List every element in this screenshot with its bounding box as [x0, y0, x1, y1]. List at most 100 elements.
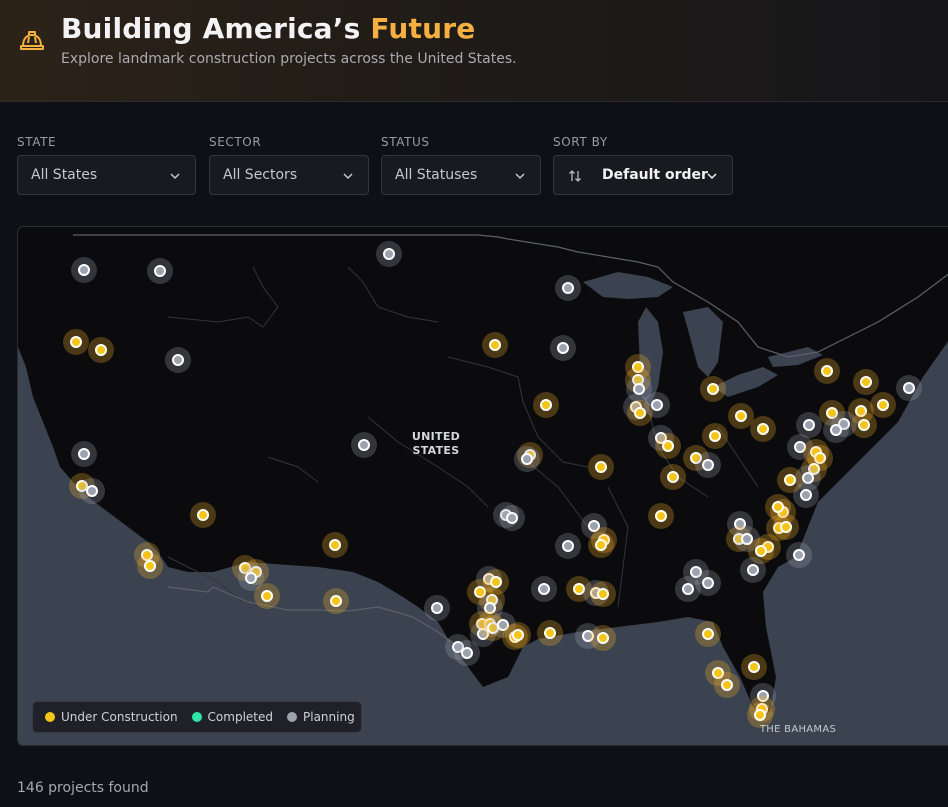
map-legend: Under Construction Completed Planning: [32, 701, 362, 733]
project-marker-under-construction[interactable]: [137, 553, 163, 579]
project-marker-planning[interactable]: [644, 392, 670, 418]
project-marker-under-construction[interactable]: [750, 416, 776, 442]
marker-dot: [655, 510, 667, 522]
marker-dot: [793, 549, 805, 561]
project-marker-planning[interactable]: [71, 441, 97, 467]
project-marker-planning[interactable]: [514, 446, 540, 472]
marker-dot: [431, 602, 443, 614]
results-count: 146 projects found: [17, 780, 149, 796]
project-marker-under-construction[interactable]: [702, 423, 728, 449]
marker-dot: [358, 439, 370, 451]
project-marker-under-construction[interactable]: [323, 588, 349, 614]
project-marker-under-construction[interactable]: [590, 581, 616, 607]
state-select[interactable]: All States: [17, 155, 196, 195]
chevron-down-icon: [170, 173, 180, 180]
project-marker-under-construction[interactable]: [588, 454, 614, 480]
hard-hat-icon: [20, 31, 44, 50]
project-marker-under-construction[interactable]: [660, 464, 686, 490]
marker-dot: [755, 545, 767, 557]
project-marker-under-construction[interactable]: [588, 532, 614, 558]
project-marker-planning[interactable]: [555, 533, 581, 559]
project-marker-planning[interactable]: [695, 452, 721, 478]
marker-dot: [707, 383, 719, 395]
project-marker-under-construction[interactable]: [537, 620, 563, 646]
state-filter-label: STATE: [17, 135, 57, 149]
project-marker-planning[interactable]: [424, 595, 450, 621]
project-marker-planning[interactable]: [823, 417, 849, 443]
marker-dot: [634, 407, 646, 419]
project-marker-under-construction[interactable]: [695, 621, 721, 647]
project-marker-planning[interactable]: [531, 576, 557, 602]
project-marker-under-construction[interactable]: [655, 433, 681, 459]
project-marker-planning[interactable]: [376, 241, 402, 267]
marker-dot: [597, 632, 609, 644]
marker-dot: [86, 485, 98, 497]
marker-dot: [144, 560, 156, 572]
project-marker-planning[interactable]: [71, 257, 97, 283]
project-marker-under-construction[interactable]: [741, 654, 767, 680]
marker-dot: [245, 572, 257, 584]
marker-dot: [721, 679, 733, 691]
project-marker-under-construction[interactable]: [777, 467, 803, 493]
legend-label: Under Construction: [61, 710, 178, 724]
sort-select[interactable]: Default order: [553, 155, 733, 195]
project-marker-planning[interactable]: [786, 542, 812, 568]
project-marker-planning[interactable]: [499, 505, 525, 531]
project-marker-planning[interactable]: [555, 275, 581, 301]
marker-dot: [802, 472, 814, 484]
state-filter: STATE All States: [17, 135, 196, 195]
sector-filter-label: SECTOR: [209, 135, 262, 149]
sector-filter: SECTOR All Sectors: [209, 135, 369, 195]
page-subtitle: Explore landmark construction projects a…: [61, 51, 517, 67]
project-marker-under-construction[interactable]: [482, 332, 508, 358]
project-marker-planning[interactable]: [147, 258, 173, 284]
chevron-down-icon: [515, 173, 525, 180]
marker-dot: [800, 489, 812, 501]
page-title: Building America’s Future: [61, 12, 476, 45]
project-map[interactable]: UNITED STATES THE BAHAMAS Under Construc…: [17, 226, 948, 746]
project-marker-planning[interactable]: [675, 576, 701, 602]
project-marker-under-construction[interactable]: [728, 403, 754, 429]
sector-select[interactable]: All Sectors: [209, 155, 369, 195]
marker-dot: [461, 647, 473, 659]
project-marker-under-construction[interactable]: [590, 625, 616, 651]
project-marker-under-construction[interactable]: [814, 358, 840, 384]
project-marker-under-construction[interactable]: [853, 369, 879, 395]
project-marker-under-construction[interactable]: [88, 337, 114, 363]
project-marker-under-construction[interactable]: [322, 532, 348, 558]
marker-dot: [633, 383, 645, 395]
marker-dot: [803, 419, 815, 431]
marker-dot: [544, 627, 556, 639]
marker-dot: [651, 399, 663, 411]
project-marker-under-construction[interactable]: [190, 502, 216, 528]
project-marker-under-construction[interactable]: [648, 503, 674, 529]
sort-arrows-icon: [569, 170, 581, 182]
project-marker-under-construction[interactable]: [773, 514, 799, 540]
project-marker-planning[interactable]: [165, 347, 191, 373]
legend-under-construction: Under Construction: [45, 710, 178, 724]
country-label: UNITED STATES: [407, 430, 465, 458]
project-marker-under-construction[interactable]: [714, 672, 740, 698]
project-marker-planning[interactable]: [550, 335, 576, 361]
marker-dot: [877, 399, 889, 411]
project-marker-under-construction[interactable]: [533, 392, 559, 418]
marker-dot: [667, 471, 679, 483]
legend-dot: [45, 712, 55, 722]
project-marker-planning[interactable]: [351, 432, 377, 458]
marker-dot: [595, 461, 607, 473]
project-marker-planning[interactable]: [896, 375, 922, 401]
project-marker-planning[interactable]: [740, 557, 766, 583]
state-select-value: All States: [31, 167, 98, 183]
marker-dot: [506, 512, 518, 524]
project-marker-under-construction[interactable]: [63, 329, 89, 355]
marker-dot: [489, 339, 501, 351]
country-label-line-1: UNITED: [411, 430, 461, 443]
project-marker-under-construction[interactable]: [870, 392, 896, 418]
project-marker-planning[interactable]: [454, 640, 480, 666]
page-title-accent: Future: [370, 12, 476, 45]
project-marker-under-construction[interactable]: [700, 376, 726, 402]
project-marker-under-construction[interactable]: [505, 622, 531, 648]
project-marker-planning[interactable]: [79, 478, 105, 504]
project-marker-under-construction[interactable]: [254, 583, 280, 609]
status-select[interactable]: All Statuses: [381, 155, 541, 195]
